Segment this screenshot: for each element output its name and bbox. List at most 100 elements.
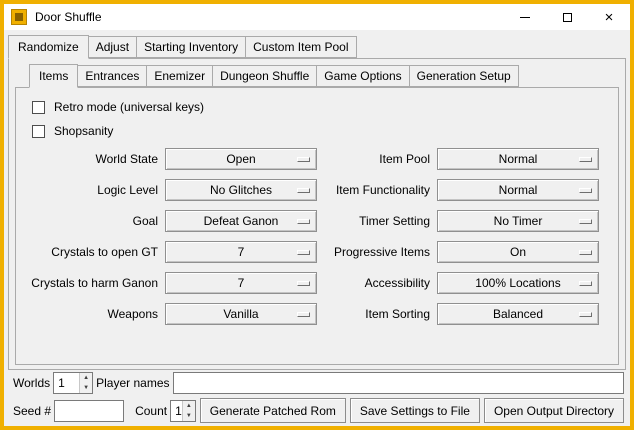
tab-dungeon-shuffle[interactable]: Dungeon Shuffle [212, 65, 317, 87]
tab-adjust[interactable]: Adjust [88, 36, 137, 58]
open-output-directory-button[interactable]: Open Output Directory [484, 398, 624, 423]
crystals-gt-value: 7 [238, 245, 245, 259]
window-title: Door Shuffle [35, 10, 102, 24]
item-sorting-dropdown[interactable]: Balanced [437, 303, 599, 325]
shopsanity-checkbox[interactable] [32, 125, 45, 138]
count-label: Count [132, 404, 170, 418]
world-state-dropdown[interactable]: Open [165, 148, 317, 170]
progressive-items-label: Progressive Items [324, 245, 430, 259]
item-pool-dropdown[interactable]: Normal [437, 148, 599, 170]
accessibility-value: 100% Locations [475, 276, 560, 290]
tab-randomize[interactable]: Randomize [8, 35, 89, 59]
dropdown-indicator-icon [297, 281, 310, 286]
worlds-row: Worlds 1 ▲ ▼ Player names [10, 370, 624, 395]
shopsanity-row: Shopsanity [32, 124, 608, 138]
items-panel: Retro mode (universal keys) Shopsanity W… [15, 87, 619, 365]
dropdown-indicator-icon [297, 188, 310, 193]
shopsanity-label: Shopsanity [54, 124, 113, 138]
randomize-panel: Items Entrances Enemizer Dungeon Shuffle… [8, 58, 626, 370]
bottom-controls: Worlds 1 ▲ ▼ Player names Seed # Count 1 [8, 370, 626, 425]
item-sorting-value: Balanced [493, 307, 543, 321]
crystals-gt-label: Crystals to open GT [30, 245, 158, 259]
app-icon [11, 9, 27, 25]
minimize-icon [520, 17, 530, 18]
tab-enemizer[interactable]: Enemizer [146, 65, 213, 87]
maximize-button[interactable] [546, 4, 588, 30]
save-settings-button[interactable]: Save Settings to File [350, 398, 480, 423]
count-spinner-arrows: ▲ ▼ [182, 401, 195, 421]
dropdown-indicator-icon [297, 250, 310, 255]
logic-level-dropdown[interactable]: No Glitches [165, 179, 317, 201]
crystals-ganon-label: Crystals to harm Ganon [30, 276, 158, 290]
spin-down-icon[interactable]: ▼ [183, 411, 195, 421]
sub-tab-bar: Items Entrances Enemizer Dungeon Shuffle… [29, 64, 619, 87]
progressive-items-dropdown[interactable]: On [437, 241, 599, 263]
item-functionality-value: Normal [499, 183, 538, 197]
titlebar: Door Shuffle × [4, 4, 630, 30]
close-icon: × [605, 10, 614, 25]
seed-row: Seed # Count 1 ▲ ▼ Generate Patched Rom … [10, 398, 624, 423]
dropdown-indicator-icon [579, 250, 592, 255]
generate-patched-rom-button[interactable]: Generate Patched Rom [200, 398, 346, 423]
window: Door Shuffle × Randomize Adjust Starting… [0, 0, 634, 430]
window-controls: × [504, 4, 630, 30]
weapons-label: Weapons [30, 307, 158, 321]
dropdown-indicator-icon [297, 157, 310, 162]
worlds-value: 1 [54, 373, 79, 393]
goal-dropdown[interactable]: Defeat Ganon [165, 210, 317, 232]
item-functionality-dropdown[interactable]: Normal [437, 179, 599, 201]
accessibility-label: Accessibility [324, 276, 430, 290]
tab-entrances[interactable]: Entrances [77, 65, 147, 87]
logic-level-label: Logic Level [30, 183, 158, 197]
dropdown-indicator-icon [297, 312, 310, 317]
options-grid: World State Open Item Pool Normal Logic … [30, 148, 608, 325]
main-tab-bar: Randomize Adjust Starting Inventory Cust… [8, 35, 626, 58]
close-button[interactable]: × [588, 4, 630, 30]
timer-setting-dropdown[interactable]: No Timer [437, 210, 599, 232]
player-names-input[interactable] [173, 372, 625, 394]
minimize-button[interactable] [504, 4, 546, 30]
worlds-spinner[interactable]: 1 ▲ ▼ [53, 372, 93, 394]
seed-label: Seed # [10, 404, 54, 418]
weapons-value: Vanilla [223, 307, 258, 321]
world-state-value: Open [226, 152, 255, 166]
seed-input[interactable] [54, 400, 124, 422]
crystals-ganon-value: 7 [238, 276, 245, 290]
dropdown-indicator-icon [579, 219, 592, 224]
dropdown-indicator-icon [579, 281, 592, 286]
tab-starting-inventory[interactable]: Starting Inventory [136, 36, 246, 58]
worlds-label: Worlds [10, 376, 53, 390]
dropdown-indicator-icon [579, 312, 592, 317]
tab-generation-setup[interactable]: Generation Setup [409, 65, 519, 87]
dropdown-indicator-icon [579, 157, 592, 162]
player-names-label: Player names [93, 376, 172, 390]
goal-label: Goal [30, 214, 158, 228]
item-sorting-label: Item Sorting [324, 307, 430, 321]
accessibility-dropdown[interactable]: 100% Locations [437, 272, 599, 294]
maximize-icon [563, 13, 572, 22]
retro-mode-row: Retro mode (universal keys) [32, 100, 608, 114]
crystals-gt-dropdown[interactable]: 7 [165, 241, 317, 263]
dropdown-indicator-icon [297, 219, 310, 224]
goal-value: Defeat Ganon [204, 214, 279, 228]
logic-level-value: No Glitches [210, 183, 272, 197]
timer-setting-label: Timer Setting [324, 214, 430, 228]
weapons-dropdown[interactable]: Vanilla [165, 303, 317, 325]
spin-down-icon[interactable]: ▼ [80, 383, 92, 393]
progressive-items-value: On [510, 245, 526, 259]
item-functionality-label: Item Functionality [324, 183, 430, 197]
world-state-label: World State [30, 152, 158, 166]
tab-custom-item-pool[interactable]: Custom Item Pool [245, 36, 356, 58]
app-body: Randomize Adjust Starting Inventory Cust… [4, 30, 630, 426]
spin-up-icon[interactable]: ▲ [80, 373, 92, 383]
worlds-spinner-arrows: ▲ ▼ [79, 373, 92, 393]
tab-game-options[interactable]: Game Options [316, 65, 409, 87]
tab-items[interactable]: Items [29, 64, 78, 88]
count-value: 1 [171, 401, 182, 421]
crystals-ganon-dropdown[interactable]: 7 [165, 272, 317, 294]
item-pool-label: Item Pool [324, 152, 430, 166]
spin-up-icon[interactable]: ▲ [183, 401, 195, 411]
timer-setting-value: No Timer [494, 214, 543, 228]
retro-mode-checkbox[interactable] [32, 101, 45, 114]
count-spinner[interactable]: 1 ▲ ▼ [170, 400, 196, 422]
